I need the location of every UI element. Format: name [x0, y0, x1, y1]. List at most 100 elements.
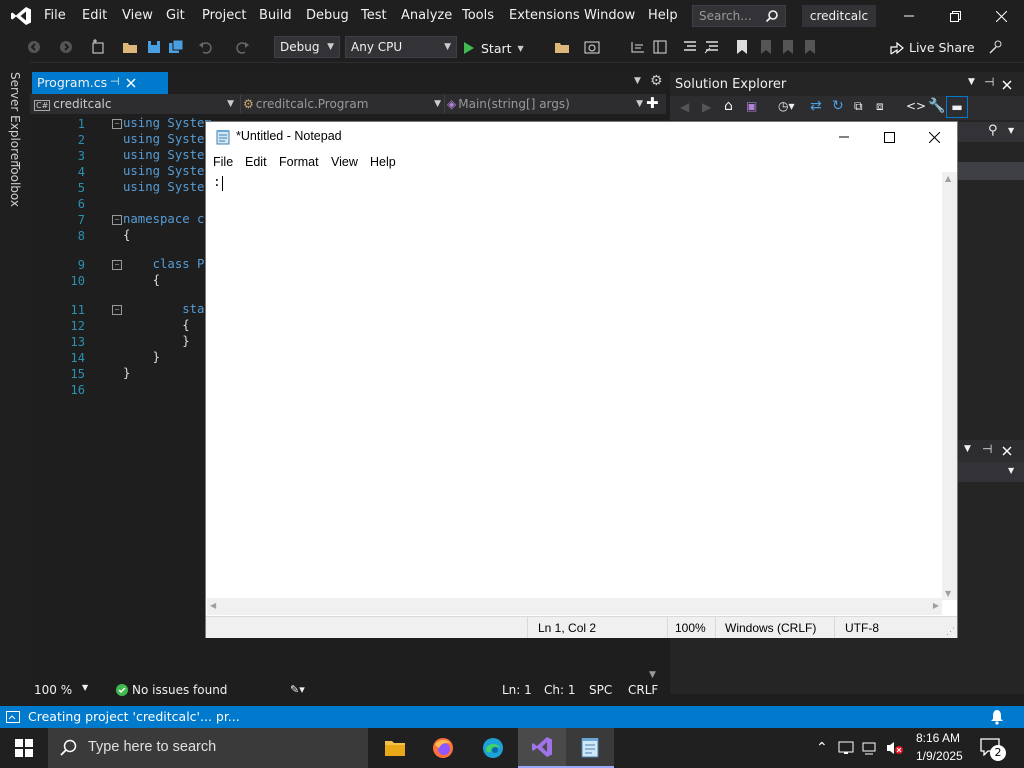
undo-icon[interactable]: [198, 39, 214, 55]
chevron-down-icon[interactable]: ▼: [968, 77, 975, 87]
save-all-icon[interactable]: [168, 39, 184, 55]
close-icon[interactable]: [1002, 446, 1012, 456]
taskbar-search-box[interactable]: Type here to search: [48, 728, 368, 768]
tab-overflow-icon[interactable]: ▼: [634, 76, 641, 86]
layout-icon[interactable]: [652, 39, 668, 55]
collapse-icon[interactable]: −: [112, 260, 122, 270]
column-indicator[interactable]: Ch: 1: [544, 683, 575, 697]
save-icon[interactable]: [146, 39, 162, 55]
back-icon[interactable]: ◀: [680, 100, 689, 114]
project-nav-dropdown[interactable]: C# creditcalc ▼: [34, 95, 234, 113]
notepad-menu-edit[interactable]: Edit: [245, 155, 267, 169]
live-share-button[interactable]: Live Share: [890, 40, 975, 55]
toolbox-tab[interactable]: Toolbox: [8, 162, 22, 207]
notification-bell-icon[interactable]: [990, 709, 1004, 725]
menu-git[interactable]: Git: [166, 8, 185, 23]
notepad-text-area[interactable]: :: [207, 172, 942, 598]
collapse-icon[interactable]: −: [112, 119, 122, 129]
line-ending-indicator[interactable]: CRLF: [628, 683, 658, 697]
chevron-down-icon[interactable]: ▼: [1008, 126, 1014, 135]
visual-studio-taskbar-button[interactable]: [518, 728, 566, 768]
show-all-files-icon[interactable]: ⧈: [876, 99, 884, 114]
clock-time[interactable]: 8:16 AM: [916, 731, 960, 745]
tab-program-cs[interactable]: Program.cs ⊣: [32, 72, 168, 94]
comment-out-icon[interactable]: [682, 39, 698, 55]
pin-icon[interactable]: ⊣: [110, 75, 120, 88]
notepad-horizontal-scrollbar[interactable]: ◀ ▶: [207, 598, 942, 615]
step-icon[interactable]: [630, 39, 646, 55]
clock-date[interactable]: 1/9/2025: [916, 749, 963, 763]
visual-studio-logo-icon[interactable]: [10, 6, 32, 26]
server-explorer-tab[interactable]: Server Explorer: [8, 72, 22, 165]
menu-edit[interactable]: Edit: [82, 8, 107, 23]
open-file-icon[interactable]: [554, 39, 570, 55]
switch-views-icon[interactable]: ▣: [746, 99, 757, 113]
class-nav-dropdown[interactable]: ⚙ creditcalc.Program ▼: [240, 95, 441, 113]
split-editor-icon[interactable]: ✚: [646, 94, 659, 112]
menu-tools[interactable]: Tools: [462, 8, 494, 23]
open-folder-icon[interactable]: [122, 39, 138, 55]
preview-selected-icon[interactable]: ▬: [946, 96, 968, 118]
uncomment-icon[interactable]: [704, 39, 720, 55]
browser-icon[interactable]: [584, 39, 600, 55]
pin-icon[interactable]: ⊣: [982, 442, 992, 456]
menu-file[interactable]: File: [44, 8, 66, 23]
resize-grip-icon[interactable]: ⋰: [946, 626, 955, 637]
volume-muted-icon[interactable]: [886, 740, 904, 756]
notepad-close-button[interactable]: [911, 122, 957, 152]
prev-bookmark-icon[interactable]: [758, 39, 774, 55]
show-hidden-icons-chevron-up-icon[interactable]: ⌃: [816, 740, 828, 756]
notepad-titlebar[interactable]: *Untitled - Notepad: [206, 122, 957, 152]
refresh-icon[interactable]: ↻: [832, 98, 844, 114]
member-nav-dropdown[interactable]: ◈ Main(string[] args) ▼: [444, 95, 643, 113]
notepad-taskbar-button[interactable]: [566, 728, 614, 768]
collapse-icon[interactable]: −: [112, 305, 122, 315]
editor-zoom[interactable]: 100 %: [34, 683, 72, 697]
scroll-up-icon[interactable]: ▲: [945, 174, 951, 183]
close-icon[interactable]: [126, 78, 136, 88]
notepad-menu-format[interactable]: Format: [279, 155, 319, 169]
sync-icon[interactable]: ⇄: [810, 98, 822, 114]
notepad-menu-view[interactable]: View: [331, 155, 358, 169]
action-center-button[interactable]: 2: [978, 736, 1008, 762]
vs-close-button[interactable]: [978, 0, 1024, 32]
gear-icon[interactable]: ⚙: [650, 73, 663, 89]
scroll-right-icon[interactable]: ▶: [933, 601, 939, 610]
firefox-taskbar-button[interactable]: [419, 728, 467, 768]
notepad-menu-file[interactable]: File: [213, 155, 233, 169]
menu-analyze[interactable]: Analyze: [401, 8, 452, 23]
forward-icon[interactable]: ▶: [702, 100, 711, 114]
scroll-down-icon[interactable]: ▼: [945, 589, 951, 598]
home-icon[interactable]: ⌂: [724, 98, 733, 114]
notepad-maximize-button[interactable]: [866, 122, 912, 152]
line-indicator[interactable]: Ln: 1: [502, 683, 532, 697]
navigate-back-icon[interactable]: [26, 39, 42, 55]
menu-help[interactable]: Help: [648, 8, 678, 23]
pending-changes-icon[interactable]: ◷▾: [778, 99, 795, 113]
vs-minimize-button[interactable]: [886, 0, 932, 32]
notepad-menu-help[interactable]: Help: [370, 155, 396, 169]
properties-wrench-icon[interactable]: 🔧: [928, 98, 945, 114]
collapse-all-icon[interactable]: ⧉: [854, 99, 863, 114]
feedback-icon[interactable]: [988, 39, 1004, 55]
menu-debug[interactable]: Debug: [306, 8, 349, 23]
menu-test[interactable]: Test: [361, 8, 387, 23]
menu-extensions[interactable]: Extensions: [509, 8, 580, 23]
vs-search-box[interactable]: Search...: [692, 5, 786, 27]
view-code-icon[interactable]: <>: [906, 99, 926, 113]
bookmark-icon[interactable]: [734, 39, 750, 55]
menu-window[interactable]: Window: [584, 8, 635, 23]
notepad-minimize-button[interactable]: [821, 122, 867, 152]
network-icon[interactable]: [862, 740, 878, 756]
navigate-forward-icon[interactable]: [58, 39, 74, 55]
new-project-icon[interactable]: [90, 39, 106, 55]
scroll-left-icon[interactable]: ◀: [210, 601, 216, 610]
file-explorer-taskbar-button[interactable]: [371, 728, 419, 768]
solution-tree-item[interactable]: [956, 162, 1024, 180]
edge-taskbar-button[interactable]: [469, 728, 517, 768]
clear-bookmarks-icon[interactable]: [802, 39, 818, 55]
menu-project[interactable]: Project: [202, 8, 246, 23]
start-button[interactable]: [0, 728, 48, 768]
properties-object-dropdown[interactable]: ▼: [956, 462, 1024, 482]
menu-build[interactable]: Build: [259, 8, 292, 23]
